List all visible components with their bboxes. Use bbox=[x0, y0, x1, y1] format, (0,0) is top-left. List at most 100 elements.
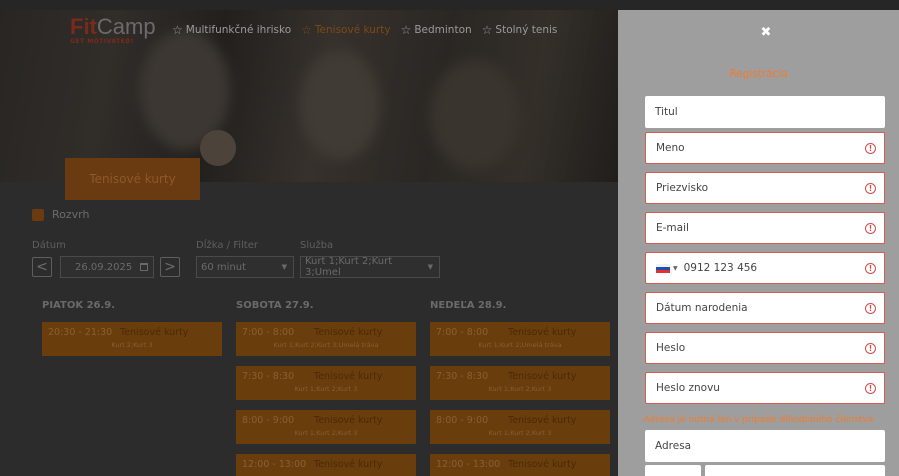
service-label: Služba bbox=[300, 240, 334, 251]
birth-date-placeholder: Dátum narodenia bbox=[656, 302, 748, 314]
password-again-field[interactable]: Heslo znovu ! bbox=[645, 372, 885, 404]
length-value: 60 minut bbox=[201, 261, 247, 273]
slot-time: 7:00 - 8:00 bbox=[242, 327, 295, 338]
chevron-down-icon: ▼ bbox=[281, 263, 287, 271]
slot-card[interactable]: 20:30 - 21:30 Tenisové kurty Kurt 2;Kurt… bbox=[42, 322, 222, 356]
service-select[interactable]: Kurt 1;Kurt 2;Kurt 3;Umel ▼ bbox=[300, 256, 440, 278]
slot-name: Tenisové kurty bbox=[314, 459, 383, 470]
error-circle-icon: ! bbox=[865, 343, 876, 354]
brand-logo[interactable]: FitCamp GET MOTIVATED! bbox=[70, 16, 156, 45]
slot-name: Tenisové kurty bbox=[508, 415, 577, 426]
slot-time: 12:00 - 13:00 bbox=[436, 459, 501, 470]
slot-card[interactable]: 7:30 - 8:30 Tenisové kurty Kurt 1;Kurt 2… bbox=[236, 366, 416, 400]
slot-time: 7:30 - 8:30 bbox=[242, 371, 295, 382]
error-circle-icon: ! bbox=[865, 383, 876, 394]
error-circle-icon: ! bbox=[865, 303, 876, 314]
slot-name: Tenisové kurty bbox=[508, 327, 577, 338]
password-field[interactable]: Heslo ! bbox=[645, 332, 885, 364]
street-number-field[interactable]: Bri... bbox=[645, 465, 701, 476]
chevron-down-icon[interactable]: ▼ bbox=[673, 265, 678, 272]
schedule-title: Rozvrh bbox=[32, 208, 89, 221]
error-circle-icon: ! bbox=[865, 143, 876, 154]
nav-item-stolny-tenis[interactable]: ☆ Stolný tenis bbox=[482, 24, 558, 36]
slot-time: 8:00 - 9:00 bbox=[436, 415, 489, 426]
slot-name: Tenisové kurty bbox=[314, 327, 383, 338]
city-field[interactable]: M... bbox=[705, 465, 885, 476]
slot-courts: Kurt 2;Kurt 3 bbox=[111, 341, 153, 349]
address-placeholder: Adresa bbox=[655, 440, 692, 452]
slot-time: 7:30 - 8:30 bbox=[436, 371, 489, 382]
phone-placeholder: 0912 123 456 bbox=[683, 262, 758, 274]
main-nav: ☆ Multifunkčné ihrisko ☆ Tenisové kurty ☆ B… bbox=[172, 24, 557, 36]
hero-banner: FitCamp GET MOTIVATED! ☆ Multifunkčné ihr… bbox=[0, 10, 618, 182]
brand-name-light: Camp bbox=[96, 14, 156, 39]
star-outline-icon: ☆ bbox=[400, 23, 412, 37]
length-select[interactable]: 60 minut ▼ bbox=[196, 256, 294, 278]
slot-time: 20:30 - 21:30 bbox=[48, 327, 113, 338]
last-name-field[interactable]: Priezvisko ! bbox=[645, 172, 885, 204]
phone-field[interactable]: ▼ 0912 123 456 ! bbox=[645, 252, 885, 284]
slovakia-flag-icon[interactable] bbox=[656, 263, 670, 273]
prev-day-button[interactable]: < bbox=[32, 257, 52, 277]
registration-title: Registrácia bbox=[729, 68, 788, 80]
registration-panel: ✖ Registrácia Titul Meno ! Priezvisko ! … bbox=[618, 10, 899, 476]
service-value: Kurt 1;Kurt 2;Kurt 3;Umel bbox=[305, 256, 393, 278]
password-again-placeholder: Heslo znovu bbox=[656, 382, 720, 394]
slot-card[interactable]: 12:00 - 13:00 Tenisové kurty bbox=[430, 454, 610, 476]
brand-name-bold: Fit bbox=[70, 14, 97, 39]
date-value: 26.09.2025 bbox=[75, 261, 133, 273]
nav-item-tenis[interactable]: ☆ Tenisové kurty bbox=[301, 24, 390, 36]
day-header-sunday: NEDEĽA 28.9. bbox=[430, 300, 507, 311]
nav-item-multifunkcne[interactable]: ☆ Multifunkčné ihrisko bbox=[172, 24, 291, 36]
next-day-button[interactable]: > bbox=[160, 257, 180, 277]
date-input[interactable]: 26.09.2025 bbox=[60, 256, 154, 278]
slot-card[interactable]: 7:00 - 8:00 Tenisové kurty Kurt 1;Kurt 2… bbox=[430, 322, 610, 356]
slot-name: Tenisové kurty bbox=[314, 415, 383, 426]
booking-app: FitCamp GET MOTIVATED! ☆ Multifunkčné ihr… bbox=[0, 10, 618, 476]
calendar-icon[interactable] bbox=[140, 263, 149, 271]
slot-courts: Kurt 1;Kurt 2;Kurt 3 bbox=[294, 385, 358, 393]
nav-item-label: Stolný tenis bbox=[495, 24, 558, 36]
slot-name: Tenisové kurty bbox=[120, 327, 189, 338]
slot-name: Tenisové kurty bbox=[314, 371, 383, 382]
nav-item-bedminton[interactable]: ☆ Bedminton bbox=[401, 24, 472, 36]
slot-name: Tenisové kurty bbox=[508, 459, 577, 470]
slot-courts: Kurt 1;Kurt 2;Kurt 3 bbox=[488, 385, 552, 393]
star-outline-icon: ☆ bbox=[481, 23, 493, 37]
schedule-title-text: Rozvrh bbox=[52, 208, 90, 221]
slot-time: 12:00 - 13:00 bbox=[242, 459, 307, 470]
slot-time: 7:00 - 8:00 bbox=[436, 327, 489, 338]
slot-card[interactable]: 7:00 - 8:00 Tenisové kurty Kurt 1;Kurt 2… bbox=[236, 322, 416, 356]
birth-date-field[interactable]: Dátum narodenia ! bbox=[645, 292, 885, 324]
slot-card[interactable]: 7:30 - 8:30 Tenisové kurty Kurt 1;Kurt 2… bbox=[430, 366, 610, 400]
slot-time: 8:00 - 9:00 bbox=[242, 415, 295, 426]
nav-item-label: Bedminton bbox=[414, 24, 472, 36]
slot-card[interactable]: 8:00 - 9:00 Tenisové kurty Kurt 1;Kurt 2… bbox=[236, 410, 416, 444]
first-name-field[interactable]: Meno ! bbox=[645, 132, 885, 164]
password-placeholder: Heslo bbox=[656, 342, 686, 354]
slot-courts: Kurt 1;Kurt 2;Kurt 3 bbox=[294, 429, 358, 437]
page-root: FitCamp GET MOTIVATED! ☆ Multifunkčné ihr… bbox=[0, 0, 899, 476]
star-outline-icon: ☆ bbox=[172, 23, 183, 37]
slot-courts: Kurt 1;Kurt 2;Kurt 3;Umelá tráva bbox=[273, 341, 379, 349]
nav-item-label: Tenisové kurty bbox=[314, 24, 391, 36]
slot-courts: Kurt 1;Kurt 2;Kurt 3 bbox=[488, 429, 552, 437]
slot-name: Tenisové kurty bbox=[508, 371, 577, 382]
calendar-icon bbox=[32, 208, 44, 221]
error-circle-icon: ! bbox=[865, 183, 876, 194]
brand-tagline: GET MOTIVATED! bbox=[70, 38, 134, 45]
date-label: Dátum bbox=[32, 240, 66, 251]
slot-card[interactable]: 12:00 - 13:00 Tenisové kurty bbox=[236, 454, 416, 476]
chevron-down-icon: ▼ bbox=[427, 263, 433, 271]
title-field[interactable]: Titul bbox=[645, 96, 885, 128]
email-placeholder: E-mail bbox=[656, 222, 689, 234]
address-note: Adresa je nutná len v prípade dlhodobého… bbox=[643, 415, 874, 425]
hero-tab[interactable]: Tenisové kurty bbox=[65, 158, 200, 200]
day-header-friday: PIATOK 26.9. bbox=[42, 300, 116, 311]
close-icon[interactable]: ✖ bbox=[758, 24, 774, 40]
address-field[interactable]: Adresa bbox=[645, 430, 885, 462]
length-label: Dĺžka / Filter bbox=[196, 240, 258, 251]
slot-card[interactable]: 8:00 - 9:00 Tenisové kurty Kurt 1;Kurt 2… bbox=[430, 410, 610, 444]
error-circle-icon: ! bbox=[865, 263, 876, 274]
email-field[interactable]: E-mail ! bbox=[645, 212, 885, 244]
